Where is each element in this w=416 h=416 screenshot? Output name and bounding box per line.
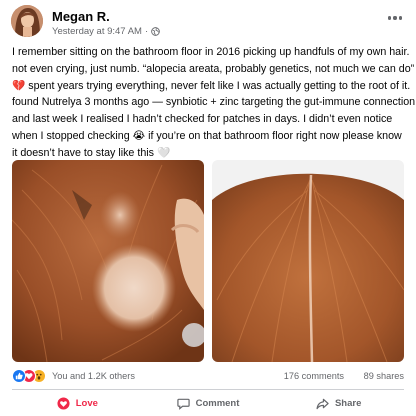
like-reaction-icon [12, 369, 26, 383]
meta-separator: · [144, 26, 149, 37]
reaction-stats: You and 1.2K others 176 comments 89 shar… [12, 368, 404, 386]
love-label: Love [75, 397, 98, 409]
post-text-line: when I stopped checking 😭 if you’re on t… [12, 129, 402, 142]
post-text: I remember sitting on the bathroom floor… [12, 44, 416, 162]
globe-icon [151, 27, 160, 36]
more-options-icon[interactable] [384, 11, 406, 25]
post-text-line: I remember sitting on the bathroom floor… [12, 46, 410, 58]
divider [12, 389, 404, 390]
before-photo[interactable] [12, 160, 204, 362]
action-bar: Love Comment Share [12, 392, 404, 414]
share-button[interactable]: Share [273, 392, 404, 414]
reactions-summary[interactable]: You and 1.2K others [12, 369, 135, 383]
share-label: Share [334, 397, 362, 409]
photo-grid [12, 160, 404, 362]
post-text-line: not even crying, just numb. “alopecia ar… [12, 62, 415, 75]
comment-icon [176, 397, 190, 410]
post-card: Megan R. Yesterday at 9:47 AM · I rememb… [0, 0, 416, 416]
shares-count[interactable]: 89 shares [364, 371, 404, 381]
author-name[interactable]: Megan R. [52, 9, 110, 24]
post-text-line: 💔 spent years trying everything, never f… [12, 79, 411, 92]
post-meta: Yesterday at 9:47 AM · [52, 26, 160, 37]
post-header: Megan R. Yesterday at 9:47 AM · [11, 5, 406, 39]
reactions-count[interactable]: You and 1.2K others [52, 371, 135, 381]
share-icon [316, 397, 329, 410]
post-text-line: found Nutrelya 3 months ago — synbiotic … [12, 96, 416, 109]
comment-label: Comment [195, 397, 240, 409]
avatar[interactable] [11, 5, 43, 37]
comment-button[interactable]: Comment [143, 392, 274, 414]
timestamp[interactable]: Yesterday at 9:47 AM [52, 26, 142, 37]
love-button[interactable]: Love [12, 392, 143, 414]
love-icon [57, 396, 70, 410]
after-photo[interactable] [212, 160, 404, 362]
post-text-line: and last week I realised I hadn’t checke… [12, 113, 393, 126]
comments-count[interactable]: 176 comments [284, 371, 344, 381]
